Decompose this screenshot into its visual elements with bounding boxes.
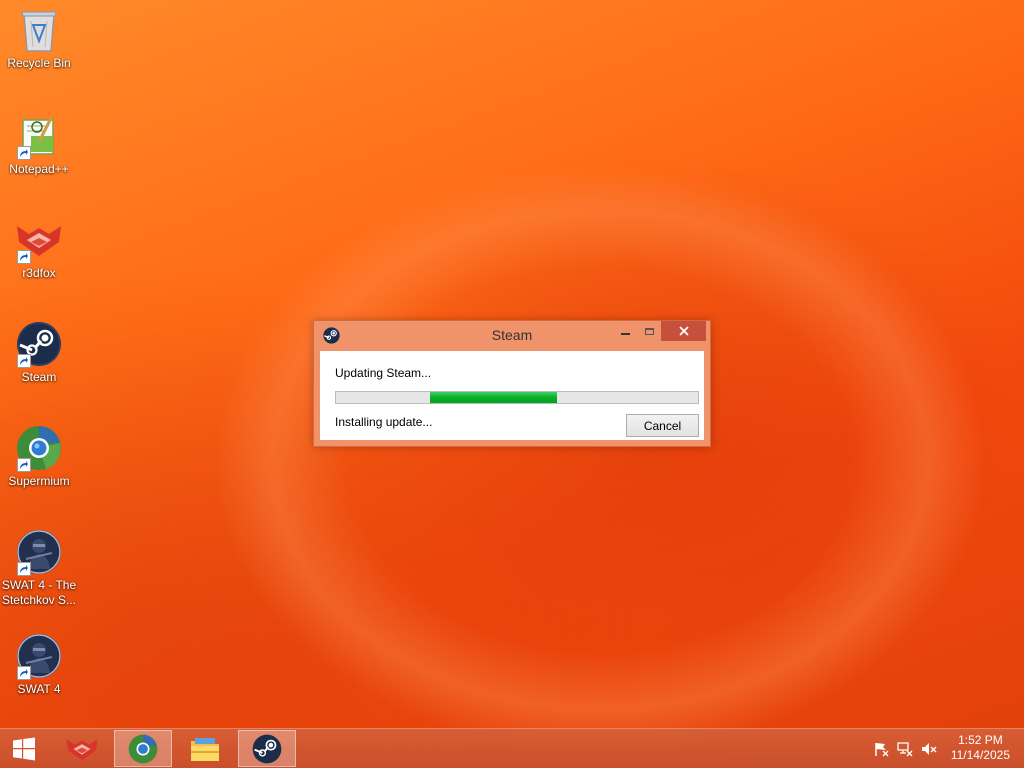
system-tray xyxy=(872,729,944,768)
r3dfox-icon xyxy=(66,738,98,760)
notepadpp-icon xyxy=(15,112,63,160)
shortcut-arrow-icon xyxy=(17,458,31,472)
start-button[interactable] xyxy=(0,729,48,768)
speaker-muted-icon[interactable] xyxy=(920,740,938,758)
clock-time: 1:52 PM xyxy=(958,733,1003,747)
taskbar-clock[interactable]: 1:52 PM 11/14/2025 xyxy=(951,733,1010,763)
recycle-bin-icon xyxy=(15,6,63,54)
dialog-content: Updating Steam... Installing update... C… xyxy=(320,351,704,440)
folder-icon xyxy=(191,737,219,761)
desktop-icon-label: Steam xyxy=(21,370,57,384)
flag-icon[interactable] xyxy=(872,740,890,758)
taskbar-item-file-explorer[interactable] xyxy=(176,730,234,767)
supermium-icon xyxy=(15,424,63,472)
supermium-icon xyxy=(128,734,158,763)
desktop-icon-label: Notepad++ xyxy=(9,162,69,176)
desktop-icon-label: r3dfox xyxy=(22,266,56,280)
desktop-icon-label: Recycle Bin xyxy=(7,56,71,70)
taskbar-item-r3dfox[interactable] xyxy=(53,730,111,767)
desktop-icon-label: Supermium xyxy=(8,474,70,488)
maximize-icon xyxy=(644,327,654,335)
status-secondary: Installing update... xyxy=(335,415,433,429)
swat4-icon xyxy=(15,632,63,680)
minimize-icon xyxy=(620,333,630,335)
taskbar: 1:52 PM 11/14/2025 xyxy=(0,728,1024,768)
desktop-icon-label: SWAT 4 xyxy=(17,682,61,696)
desktop-icon-swat4-stetchkov[interactable]: SWAT 4 - The Stetchkov S... xyxy=(0,528,78,608)
shortcut-arrow-icon xyxy=(17,562,31,576)
shortcut-arrow-icon xyxy=(17,354,31,368)
shortcut-arrow-icon xyxy=(17,146,31,160)
network-icon[interactable] xyxy=(896,740,914,758)
steam-update-dialog: Steam Updating Steam... Installing updat… xyxy=(313,320,711,447)
desktop-icon-supermium[interactable]: Supermium xyxy=(0,424,78,489)
steam-icon xyxy=(15,320,63,368)
r3dfox-icon xyxy=(15,216,63,264)
shortcut-arrow-icon xyxy=(17,250,31,264)
clock-date: 11/14/2025 xyxy=(950,748,1010,762)
maximize-button[interactable] xyxy=(638,321,660,341)
status-primary: Updating Steam... xyxy=(335,366,432,380)
windows-logo-icon xyxy=(13,737,35,761)
minimize-button[interactable] xyxy=(614,321,636,341)
close-icon xyxy=(678,326,689,336)
shortcut-arrow-icon xyxy=(17,666,31,680)
desktop-icon-swat4[interactable]: SWAT 4 xyxy=(0,632,78,697)
swat4-stetchkov-icon xyxy=(15,528,63,576)
desktop-icon-steam[interactable]: Steam xyxy=(0,320,78,385)
close-button[interactable] xyxy=(661,321,706,341)
taskbar-item-supermium[interactable] xyxy=(114,730,172,767)
dialog-titlebar[interactable]: Steam xyxy=(314,321,710,350)
update-progress-bar xyxy=(335,391,699,404)
desktop-icon-notepadpp[interactable]: Notepad++ xyxy=(0,112,78,177)
progress-bar-fill xyxy=(430,392,557,403)
desktop-icon-recycle-bin[interactable]: Recycle Bin xyxy=(0,6,78,71)
desktop-icon-r3dfox[interactable]: r3dfox xyxy=(0,216,78,281)
cancel-button[interactable]: Cancel xyxy=(626,414,699,437)
taskbar-item-steam[interactable] xyxy=(238,730,296,767)
steam-icon xyxy=(252,734,282,763)
desktop-icon-label: SWAT 4 - The Stetchkov S... xyxy=(1,578,77,607)
